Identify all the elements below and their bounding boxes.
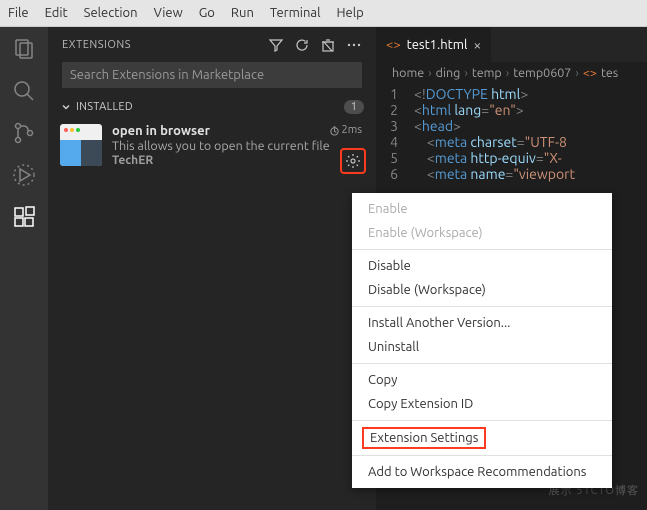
- menu-item-copy[interactable]: Copy: [352, 368, 612, 392]
- editor-tabs: <> test1.html ×: [376, 27, 647, 62]
- filter-icon[interactable]: [268, 37, 284, 53]
- extension-context-menu: EnableEnable (Workspace) DisableDisable (…: [352, 193, 612, 488]
- menubar: File Edit Selection View Go Run Terminal Help: [0, 0, 647, 27]
- menu-item-enable: Enable: [352, 197, 612, 221]
- breadcrumb-segment[interactable]: tes: [601, 66, 618, 80]
- menu-edit[interactable]: Edit: [45, 6, 68, 20]
- menu-file[interactable]: File: [8, 6, 29, 20]
- menu-item-uninstall[interactable]: Uninstall: [352, 335, 612, 359]
- activity-bar: [0, 27, 48, 510]
- extensions-icon[interactable]: [12, 205, 36, 229]
- sidebar-title: EXTENSIONS: [62, 39, 258, 51]
- source-control-icon[interactable]: [12, 121, 36, 145]
- search-icon[interactable]: [12, 79, 36, 103]
- code-line[interactable]: 4 <meta charset="UTF-8: [376, 134, 647, 150]
- extensions-search-input[interactable]: [62, 62, 362, 88]
- code-line[interactable]: 5 <meta http-equiv="X-: [376, 150, 647, 166]
- menu-go[interactable]: Go: [199, 6, 215, 20]
- menu-run[interactable]: Run: [231, 6, 254, 20]
- menu-item-disable[interactable]: Disable: [352, 254, 612, 278]
- explorer-icon[interactable]: [12, 37, 36, 61]
- code-line[interactable]: 2<html lang="en">: [376, 102, 647, 118]
- extension-item[interactable]: open in browser This allows you to open …: [48, 118, 376, 173]
- menu-item-copy-extension-id[interactable]: Copy Extension ID: [352, 392, 612, 416]
- more-icon[interactable]: [346, 37, 362, 53]
- close-tab-icon[interactable]: ×: [473, 37, 481, 53]
- clear-icon[interactable]: [320, 37, 336, 53]
- installed-section-header[interactable]: INSTALLED 1: [48, 96, 376, 118]
- refresh-icon[interactable]: [294, 37, 310, 53]
- menu-terminal[interactable]: Terminal: [270, 6, 321, 20]
- debug-icon[interactable]: [12, 163, 36, 187]
- menu-item-enable-workspace-: Enable (Workspace): [352, 221, 612, 245]
- breadcrumb-segment[interactable]: temp0607: [513, 66, 571, 80]
- breadcrumb-segment[interactable]: temp: [472, 66, 502, 80]
- extension-description: This allows you to open the current file: [112, 139, 364, 153]
- menu-item-install-another-version-[interactable]: Install Another Version...: [352, 311, 612, 335]
- html-file-icon: <>: [583, 66, 597, 80]
- code-line[interactable]: 6 <meta name="viewport: [376, 166, 647, 182]
- menu-item-extension-settings[interactable]: Extension Settings: [362, 427, 486, 449]
- extension-name: open in browser: [112, 124, 364, 138]
- extension-publisher: TechER: [112, 154, 364, 167]
- installed-count-badge: 1: [344, 100, 364, 114]
- code-editor[interactable]: 1<!DOCTYPE html>2<html lang="en">3<head>…: [376, 84, 647, 184]
- breadcrumb-segment[interactable]: home: [392, 66, 424, 80]
- html-file-icon: <>: [386, 38, 401, 52]
- editor-tab[interactable]: <> test1.html ×: [376, 27, 491, 62]
- extension-icon: [60, 124, 102, 166]
- extension-manage-gear-button[interactable]: [340, 148, 366, 174]
- menu-help[interactable]: Help: [336, 6, 363, 20]
- code-line[interactable]: 1<!DOCTYPE html>: [376, 86, 647, 102]
- breadcrumb[interactable]: home›ding›temp›temp0607›<>tes: [376, 62, 647, 84]
- code-line[interactable]: 3<head>: [376, 118, 647, 134]
- chevron-down-icon: [60, 101, 72, 113]
- extensions-sidebar: EXTENSIONS INSTALLED 1 open in browser T…: [48, 27, 376, 510]
- menu-view[interactable]: View: [154, 6, 183, 20]
- menu-item-disable-workspace-[interactable]: Disable (Workspace): [352, 278, 612, 302]
- breadcrumb-segment[interactable]: ding: [436, 66, 461, 80]
- extension-activation-time: 2ms: [329, 124, 362, 136]
- menu-item-add-to-workspace-recommendations[interactable]: Add to Workspace Recommendations: [352, 460, 612, 484]
- menu-selection[interactable]: Selection: [84, 6, 138, 20]
